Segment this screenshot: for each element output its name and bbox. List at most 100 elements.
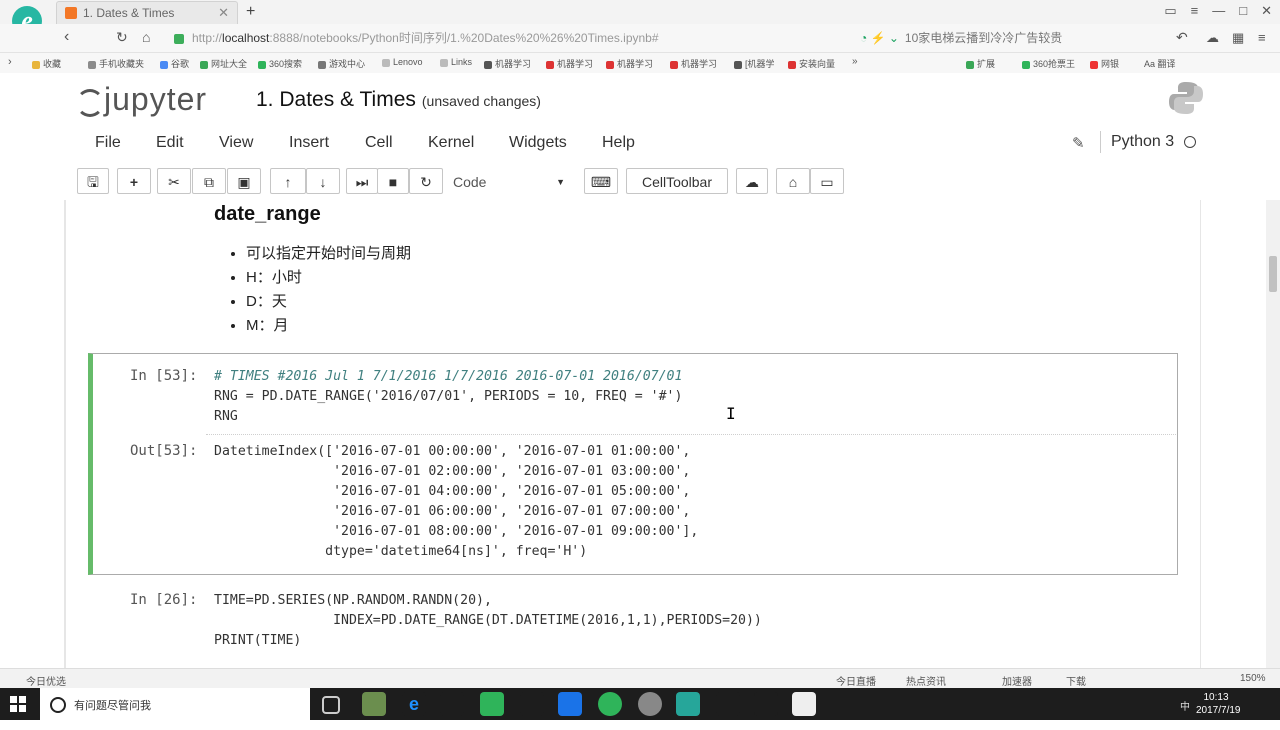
bookmark-item[interactable]: 机器学习 [606, 57, 653, 70]
python-logo-icon [1169, 82, 1203, 114]
move-up-button[interactable]: ↑ [270, 168, 306, 194]
maximize-icon[interactable]: □ [1239, 3, 1247, 19]
scrollbar-thumb[interactable] [1269, 256, 1277, 292]
menu-insert[interactable]: Insert [289, 134, 329, 152]
menu-view[interactable]: View [219, 134, 253, 152]
extension-button[interactable]: ⌂ [776, 168, 810, 194]
upload-button[interactable]: ☁ [736, 168, 768, 194]
statusbar-item[interactable]: 今日直播 [836, 673, 876, 688]
app-icon[interactable] [792, 692, 816, 716]
close-window-icon[interactable]: ✕ [1261, 3, 1272, 19]
menu-icon[interactable]: ≡ [1191, 3, 1199, 19]
move-down-button[interactable]: ↓ [306, 168, 340, 194]
clock-date: 2017/7/19 [1196, 705, 1241, 716]
new-tab-icon[interactable]: + [246, 3, 255, 21]
statusbar-left[interactable]: 今日优选 [26, 673, 66, 688]
edge-browser-icon[interactable]: e [402, 692, 426, 716]
back-icon[interactable]: ‹ [64, 28, 69, 46]
bookmark-item[interactable]: 收藏 [32, 57, 61, 70]
command-palette-button[interactable]: ⌨ [584, 168, 618, 194]
reload-icon[interactable]: ↻ [116, 29, 128, 46]
code-input[interactable]: TIME=PD.SERIES(NP.RANDOM.RANDN(20), INDE… [214, 591, 762, 651]
bookmark-item[interactable]: [机器学 [734, 57, 775, 70]
copy-button[interactable]: ⧉ [192, 168, 226, 194]
bookmarks-bar: › 收藏 手机收藏夹 谷歌 网址大全 360搜索 游戏中心 Lenovo Lin… [0, 53, 1280, 73]
statusbar-item[interactable]: 加速器 [1002, 673, 1032, 688]
code-input[interactable]: # TIMES #2016 Jul 1 7/1/2016 1/7/2016 20… [214, 367, 682, 427]
run-button[interactable]: ⏭ [346, 168, 378, 194]
app-icon[interactable] [716, 692, 740, 716]
game-icon [318, 60, 326, 69]
extensions-icon[interactable]: ▦ [1232, 30, 1244, 46]
home-icon[interactable]: ⌂ [142, 29, 150, 45]
skin-icon[interactable]: ▭ [1164, 3, 1176, 19]
address-bar[interactable]: http://localhost:8888/notebooks/Python时间… [166, 28, 846, 48]
store-icon[interactable] [440, 692, 464, 716]
app-icon[interactable] [558, 692, 582, 716]
scrollbar[interactable] [1266, 200, 1280, 668]
page-icon [606, 60, 614, 69]
statusbar-item[interactable]: 下载 [1066, 673, 1086, 688]
menu-widgets[interactable]: Widgets [509, 134, 567, 152]
bookmark-item[interactable]: 360搜索 [258, 57, 302, 70]
zoom-level[interactable]: 150% [1240, 673, 1266, 684]
cloud-icon[interactable]: ☁ [1206, 30, 1219, 46]
menu-cell[interactable]: Cell [365, 134, 393, 152]
bookmark-item[interactable]: Lenovo [382, 57, 423, 67]
app-icon[interactable] [362, 692, 386, 716]
restart-button[interactable]: ↻ [409, 168, 443, 194]
minimize-icon[interactable]: — [1212, 3, 1225, 19]
bookmark-item[interactable]: 网银 [1090, 57, 1119, 70]
menu-edit[interactable]: Edit [156, 134, 184, 152]
list-item: 可以指定开始时间与周期 [246, 242, 411, 266]
paste-button[interactable]: ▣ [227, 168, 261, 194]
bookmark-item[interactable]: 机器学习 [484, 57, 531, 70]
browser-tab[interactable]: 1. Dates & Times ✕ [56, 1, 238, 24]
app-icon[interactable] [638, 692, 662, 716]
menu-help[interactable]: Help [602, 134, 635, 152]
cell-type-select[interactable]: Code ▼ [446, 168, 572, 194]
bookmarks-overflow-icon[interactable]: » [852, 56, 858, 67]
close-tab-icon[interactable]: ✕ [218, 5, 229, 21]
bookmark-item[interactable]: Links [440, 57, 472, 67]
notebook-name: 1. Dates & Times [256, 88, 416, 111]
bookmark-item[interactable]: Aa 翻译 [1144, 57, 1176, 70]
ime-indicator[interactable]: 中 [1180, 698, 1190, 730]
statusbar-item[interactable]: 热点资讯 [906, 673, 946, 688]
sidebar-toggle-icon[interactable]: › [8, 56, 12, 68]
slideshow-button[interactable]: ▭ [810, 168, 844, 194]
app-icon[interactable] [676, 692, 700, 716]
cut-button[interactable]: ✂ [157, 168, 191, 194]
bookmark-item[interactable]: 扩展 [966, 57, 995, 70]
bookmark-item[interactable]: 网址大全 [200, 57, 247, 70]
task-view-icon[interactable] [322, 696, 340, 714]
bookmark-item[interactable]: 机器学习 [670, 57, 717, 70]
undo-icon[interactable]: ↶ [1176, 29, 1188, 46]
notebook-right-edge [1200, 200, 1201, 668]
bookmark-item[interactable]: 手机收藏夹 [88, 57, 144, 70]
list-item: D：天 [246, 290, 411, 314]
notebook-title[interactable]: 1. Dates & Times (unsaved changes) [256, 88, 541, 112]
menu-kernel[interactable]: Kernel [428, 134, 474, 152]
more-icon[interactable]: ≡ [1258, 30, 1266, 45]
keyboard-icon: ⌨ [590, 174, 612, 190]
interrupt-button[interactable]: ■ [377, 168, 409, 194]
bookmark-item[interactable]: 360抢票王 [1022, 57, 1075, 70]
app-icon[interactable] [520, 692, 544, 716]
menu-file[interactable]: File [95, 134, 121, 152]
insert-cell-button[interactable]: + [117, 168, 151, 194]
taskbar-search[interactable]: 有问题尽管问我 [40, 688, 310, 720]
windows-start-icon[interactable] [10, 696, 26, 712]
celltoolbar-button[interactable]: CellToolbar [626, 168, 728, 194]
app-icon[interactable] [754, 692, 778, 716]
app-icon[interactable] [480, 692, 504, 716]
taskbar-clock[interactable]: 10:13 2017/7/19 [1196, 691, 1241, 717]
bookmark-item[interactable]: 安装向量 [788, 57, 835, 70]
bookmark-item[interactable]: 游戏中心 [318, 57, 365, 70]
bookmark-item[interactable]: 机器学习 [546, 57, 593, 70]
phone-icon [88, 60, 96, 69]
360-browser-icon[interactable] [598, 692, 622, 716]
save-button[interactable]: 🖫 [77, 168, 109, 194]
search-box[interactable]: ◔ ⚡ ⌄ 10家电梯云播到冷冷广告较贵 [860, 28, 1160, 48]
bookmark-item[interactable]: 谷歌 [160, 57, 189, 70]
